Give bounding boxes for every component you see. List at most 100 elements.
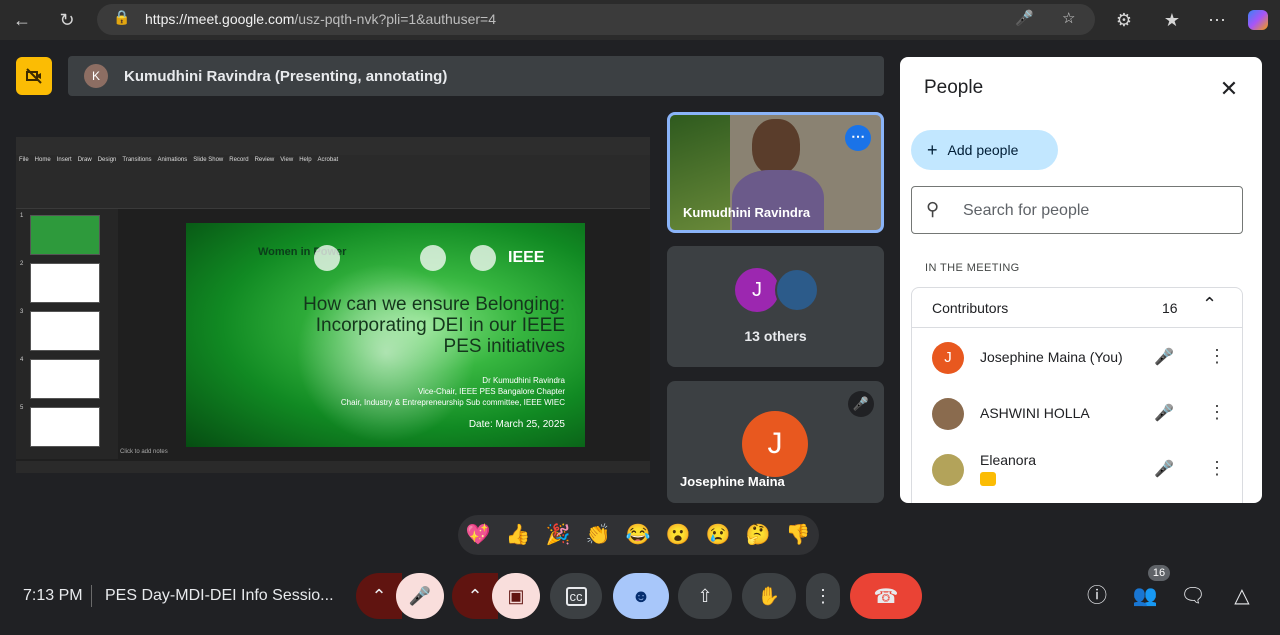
mic-off-icon[interactable]: 🎤 bbox=[1154, 347, 1174, 367]
list-item[interactable]: J Josephine Maina (You) 🎤 ⋮ bbox=[912, 338, 1242, 394]
mic-off-icon[interactable]: 🎤 bbox=[1154, 459, 1174, 479]
contributors-group: Contributors 16 ⌃ J Josephine Maina (You… bbox=[911, 287, 1243, 503]
person-head bbox=[752, 119, 800, 175]
search-input[interactable]: ⚲ Search for people bbox=[911, 186, 1243, 234]
camera-off-badge-icon bbox=[980, 472, 996, 486]
present-button[interactable]: ⇧ bbox=[678, 573, 732, 619]
ieee-logo: IEEE bbox=[508, 249, 545, 266]
clock: 7:13 PM bbox=[23, 587, 83, 604]
reaction-surprised[interactable]: 😮 bbox=[658, 515, 698, 555]
chat-icon[interactable]: 🗨 bbox=[1180, 583, 1206, 609]
divider bbox=[91, 585, 92, 607]
pes-logo-icon bbox=[314, 245, 340, 271]
meeting-title: PES Day-MDI-DEI Info Sessio... bbox=[105, 587, 334, 604]
meet-stage: K Kumudhini Ravindra (Presenting, annota… bbox=[0, 40, 1280, 635]
ppt-statusbar bbox=[16, 461, 650, 473]
chevron-up-icon: ⌃ bbox=[467, 585, 483, 606]
close-icon[interactable]: ✕ bbox=[1216, 77, 1242, 103]
activities-icon[interactable]: △ bbox=[1229, 583, 1255, 609]
browser-toolbar: ← ↻ 🔒 https://meet.google.com/usz-pqth-n… bbox=[0, 0, 1280, 40]
presenting-banner: K Kumudhini Ravindra (Presenting, annota… bbox=[68, 56, 884, 96]
reaction-party[interactable]: 🎉 bbox=[538, 515, 578, 555]
more-vert-icon[interactable]: ⋮ bbox=[1208, 402, 1226, 423]
add-person-icon: + bbox=[927, 139, 938, 160]
camera-off-icon: ▣ bbox=[507, 585, 525, 606]
reaction-thinking[interactable]: 🤔 bbox=[738, 515, 778, 555]
slide-date: Date: March 25, 2025 bbox=[468, 419, 565, 430]
reaction-heart[interactable]: 💖 bbox=[458, 515, 498, 555]
ppt-ribbon bbox=[16, 167, 650, 209]
present-screen-icon: ⇧ bbox=[697, 585, 713, 606]
more-vert-icon[interactable]: ⋮ bbox=[1208, 346, 1226, 367]
participant-tile-others[interactable]: J 13 others bbox=[667, 246, 884, 367]
camera-off-indicator-icon[interactable] bbox=[16, 57, 52, 95]
participant-tile-presenter[interactable]: ⋯ Kumudhini Ravindra bbox=[667, 112, 884, 233]
add-people-button[interactable]: + Add people bbox=[911, 130, 1058, 170]
others-count: 13 others bbox=[744, 328, 807, 344]
end-call-icon: ☎ bbox=[873, 585, 899, 608]
pes-logo-icon bbox=[420, 245, 446, 271]
copilot-icon[interactable] bbox=[1248, 10, 1268, 30]
contributors-header[interactable]: Contributors 16 ⌃ bbox=[912, 288, 1242, 328]
list-item[interactable]: ASHWINI HOLLA 🎤 ⋮ bbox=[912, 394, 1242, 450]
tile-name: Josephine Maina bbox=[680, 474, 785, 489]
camera-toggle-button[interactable]: ▣ bbox=[492, 573, 540, 619]
mic-off-icon[interactable]: 🎤 bbox=[1154, 403, 1174, 423]
mic-toggle-button[interactable]: 🎤 bbox=[396, 573, 444, 619]
notes-hint[interactable]: Click to add notes bbox=[120, 449, 168, 455]
reaction-clap[interactable]: 👏 bbox=[578, 515, 618, 555]
reaction-laugh[interactable]: 😂 bbox=[618, 515, 658, 555]
reaction-thumbs-up[interactable]: 👍 bbox=[498, 515, 538, 555]
info-icon[interactable]: ⓘ bbox=[1084, 583, 1110, 609]
chevron-up-icon[interactable]: ⌃ bbox=[1202, 294, 1217, 315]
more-options-icon[interactable]: ⋯ bbox=[845, 125, 871, 151]
avatar: J bbox=[742, 411, 808, 477]
section-label: IN THE MEETING bbox=[925, 262, 1020, 274]
chevron-up-icon: ⌃ bbox=[371, 585, 387, 606]
people-count-badge: 16 bbox=[1148, 565, 1170, 581]
reaction-thumbs-down[interactable]: 👎 bbox=[778, 515, 818, 555]
lock-icon[interactable]: 🔒 bbox=[113, 9, 130, 26]
microphone-icon[interactable]: 🎤 bbox=[1015, 9, 1034, 27]
panel-title: People bbox=[924, 77, 984, 98]
reactions-button[interactable]: ☻ bbox=[613, 573, 669, 619]
presenting-label: Kumudhini Ravindra (Presenting, annotati… bbox=[124, 67, 448, 85]
avatar: J bbox=[932, 342, 964, 374]
slide-thumbnails: 1 2 3 4 5 bbox=[16, 209, 118, 459]
search-icon: ⚲ bbox=[926, 199, 940, 219]
ppt-menubar: File Home Insert Draw Design Transitions Anima… bbox=[16, 155, 650, 167]
more-vert-icon[interactable]: ⋮ bbox=[1208, 458, 1226, 479]
captions-button[interactable]: cc bbox=[550, 573, 602, 619]
mic-off-icon: 🎤 bbox=[848, 391, 874, 417]
more-options-button[interactable]: ⋮ bbox=[806, 573, 840, 619]
participant-tile-self[interactable]: 🎤 J Josephine Maina bbox=[667, 381, 884, 503]
tile-name: Kumudhini Ravindra bbox=[683, 205, 811, 220]
reaction-sad[interactable]: 😢 bbox=[698, 515, 738, 555]
slide-title: How can we ensure Belonging: Incorporati… bbox=[303, 294, 565, 357]
back-arrow-icon[interactable]: ← bbox=[10, 8, 34, 32]
captions-icon: cc bbox=[565, 586, 587, 606]
more-icon[interactable]: ⋯ bbox=[1205, 8, 1229, 32]
list-item[interactable]: Eleanora 🎤 ⋮ bbox=[912, 450, 1242, 503]
avatar: J bbox=[735, 268, 779, 312]
reload-icon[interactable]: ↻ bbox=[55, 8, 79, 32]
avatar bbox=[932, 398, 964, 430]
person-body bbox=[732, 170, 824, 230]
mic-off-icon: 🎤 bbox=[408, 585, 432, 606]
more-vert-icon: ⋮ bbox=[814, 585, 832, 606]
slide-subtitle: Dr Kumudhini Ravindra Vice-Chair, IEEE P… bbox=[340, 376, 565, 407]
people-icon[interactable]: 👥 bbox=[1132, 583, 1158, 609]
favorites-icon[interactable]: ★ bbox=[1160, 8, 1184, 32]
people-panel: People ✕ + Add people ⚲ Search for peopl… bbox=[900, 57, 1262, 503]
extensions-icon[interactable]: ⚙ bbox=[1112, 8, 1136, 32]
hand-icon: ✋ bbox=[757, 585, 781, 606]
slide-logos: Women in Power IEEE bbox=[202, 239, 572, 277]
pes-logo-icon bbox=[470, 245, 496, 271]
address-bar[interactable]: 🔒 https://meet.google.com/usz-pqth-nvk?p… bbox=[97, 4, 1095, 35]
url-text[interactable]: https://meet.google.com/usz-pqth-nvk?pli… bbox=[145, 11, 496, 27]
shared-screen[interactable]: File Home Insert Draw Design Transitions Anima… bbox=[16, 137, 650, 473]
avatar bbox=[932, 454, 964, 486]
leave-call-button[interactable]: ☎ bbox=[850, 573, 922, 619]
star-icon[interactable]: ☆ bbox=[1062, 9, 1075, 27]
raise-hand-button[interactable]: ✋ bbox=[742, 573, 796, 619]
